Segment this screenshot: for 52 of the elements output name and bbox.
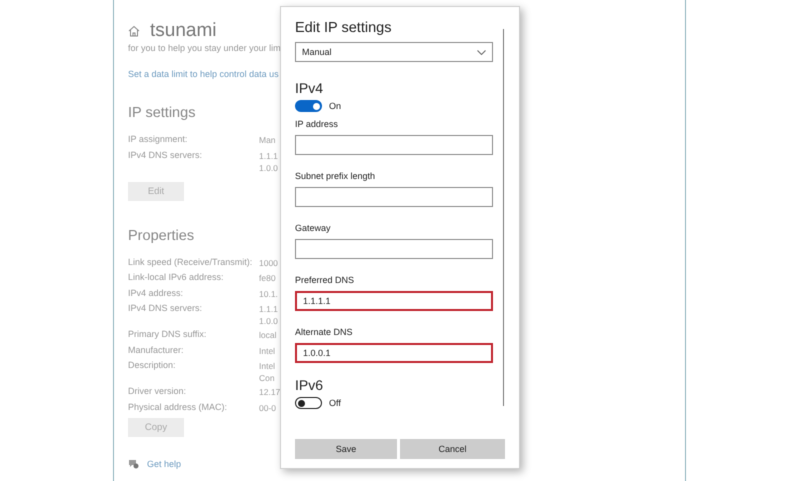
home-icon[interactable] — [128, 25, 140, 37]
field-label: Gateway — [295, 223, 332, 233]
property-value: Con — [259, 372, 276, 384]
field-label: Alternate DNS — [295, 327, 354, 337]
property-value: 1.1.1 — [259, 303, 278, 315]
property-value: 12.17 — [259, 386, 280, 398]
page-title: tsunami — [150, 20, 217, 42]
section-heading: IPv6 — [295, 377, 324, 393]
property-label: Physical address (MAC): — [128, 400, 228, 414]
property-value: Intel — [259, 344, 276, 356]
property-value: 1.0.0 — [259, 162, 278, 174]
property-value: local — [259, 329, 276, 341]
cancel-button[interactable]: Cancel — [400, 439, 505, 459]
toggle-switch[interactable] — [295, 100, 322, 112]
property-label: IPv4 DNS servers: — [128, 148, 204, 162]
input-field[interactable] — [295, 187, 493, 207]
section-heading: Properties — [128, 228, 194, 244]
mode-dropdown[interactable]: Manual — [295, 42, 493, 62]
intro-text: for you to help you stay under your lim — [128, 43, 281, 54]
field-label: Preferred DNS — [295, 275, 356, 285]
save-button[interactable]: Save — [295, 439, 397, 459]
dialog-title: Edit IP settings — [295, 20, 392, 36]
property-label: Link-local IPv6 address: — [128, 271, 225, 284]
property-value: 00-0 — [259, 402, 276, 414]
property-label: IPv4 DNS servers: — [128, 302, 204, 315]
section-heading: IPv4 — [295, 80, 324, 96]
field-label: Subnet prefix length — [295, 171, 376, 181]
property-value: 10.1. — [259, 288, 278, 300]
property-value: 1.0.0 — [259, 315, 278, 327]
property-label: IP assignment: — [128, 133, 188, 146]
property-label: Manufacturer: — [128, 344, 185, 356]
property-label: Primary DNS suffix: — [128, 328, 208, 341]
input-field[interactable]: 1.1.1.1 — [295, 291, 493, 311]
property-value: 1.1.1 — [259, 150, 278, 162]
property-value: Intel — [259, 360, 276, 372]
help-icon — [128, 459, 139, 469]
toggle-switch[interactable] — [295, 397, 322, 409]
input-field[interactable]: 1.0.0.1 — [295, 343, 493, 363]
section-heading: IP settings — [128, 105, 196, 121]
toggle-label: On — [329, 101, 342, 111]
property-value: Man — [259, 134, 276, 146]
property-label: Link speed (Receive/Transmit): — [128, 256, 254, 269]
chevron-down-icon — [477, 50, 486, 54]
property-value: fe80 — [259, 272, 276, 284]
field-label: IP address — [295, 119, 339, 129]
property-value: 1000 — [259, 256, 278, 268]
property-label: Driver version: — [128, 385, 188, 398]
property-label: IPv4 address: — [128, 286, 184, 300]
toggle-label: Off — [329, 398, 341, 408]
input-field[interactable] — [295, 135, 493, 155]
property-label: Description: — [128, 359, 177, 372]
input-field[interactable] — [295, 239, 493, 259]
